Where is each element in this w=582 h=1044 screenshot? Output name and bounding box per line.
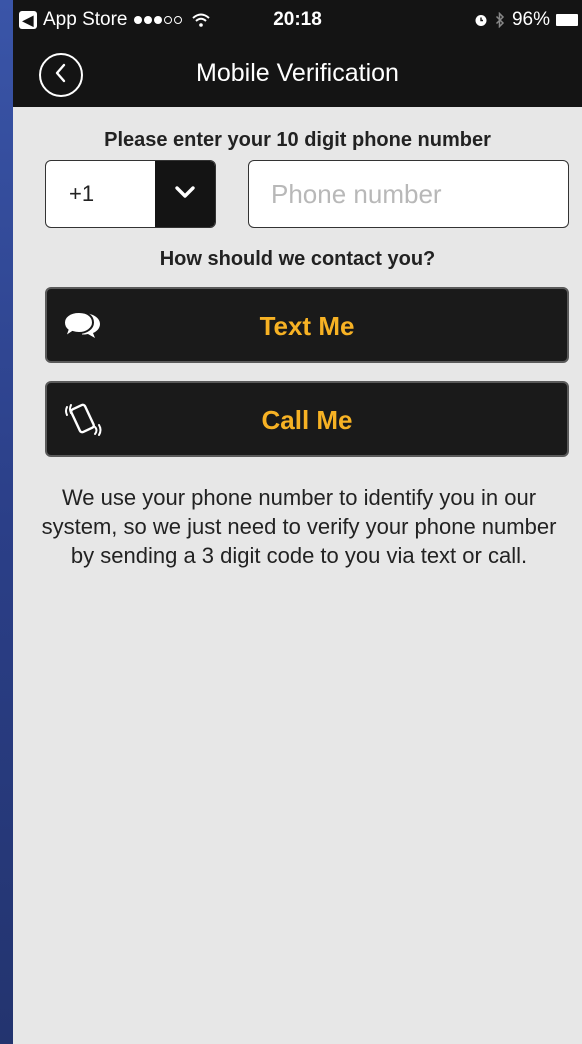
battery-percentage: 96% — [511, 9, 550, 30]
phone-prompt: Please enter your 10 digit phone number — [104, 129, 491, 151]
battery-icon — [556, 14, 578, 26]
nav-bar: Mobile Verification — [13, 40, 582, 107]
country-dropdown-button[interactable] — [155, 161, 215, 227]
contact-prompt: How should we contact you? — [159, 248, 436, 270]
country-code-select[interactable]: +1 — [45, 160, 216, 228]
back-app-label[interactable]: App Store — [43, 9, 128, 31]
alarm-icon — [474, 13, 488, 27]
call-me-label: Call Me — [261, 405, 353, 435]
status-bar: ◀ App Store 20:18 96% — [13, 0, 582, 40]
status-right: 96% — [474, 9, 578, 31]
wifi-icon — [191, 13, 210, 27]
chevron-down-icon — [173, 184, 197, 205]
country-code-value: +1 — [69, 181, 95, 206]
text-me-label: Text Me — [259, 311, 355, 341]
background-strip — [0, 0, 13, 1044]
back-to-app-icon[interactable]: ◀ — [19, 11, 37, 29]
call-me-button[interactable]: Call Me — [45, 381, 569, 457]
phone-screen: ◀ App Store 20:18 96% Mobile Verificatio… — [13, 0, 582, 1044]
signal-strength-icon — [133, 16, 184, 24]
bluetooth-icon — [495, 12, 505, 28]
text-me-button[interactable]: Text Me — [45, 287, 569, 363]
page-title: Mobile Verification — [196, 59, 399, 87]
phone-number-input[interactable] — [248, 160, 569, 228]
status-left: ◀ App Store — [19, 9, 210, 31]
info-text: We use your phone number to identify you… — [41, 485, 557, 568]
